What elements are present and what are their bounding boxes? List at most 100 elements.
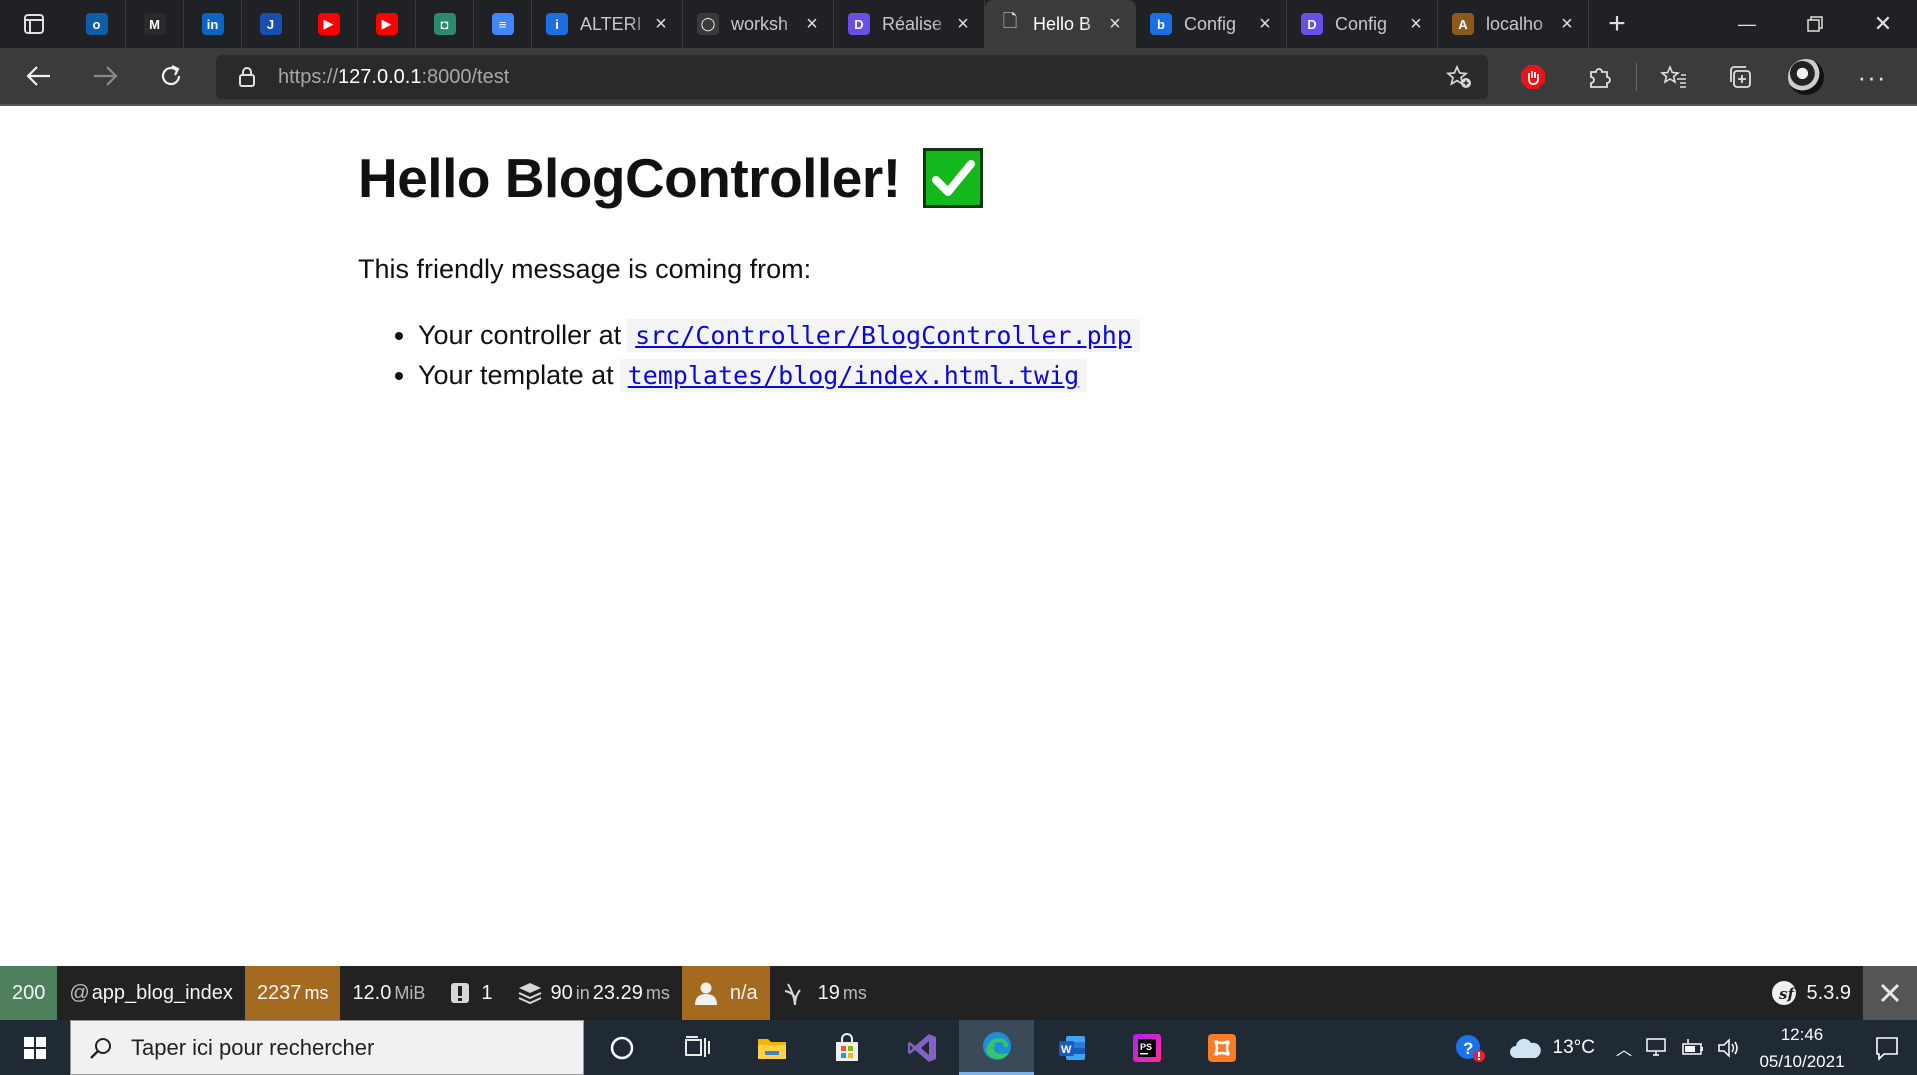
pinned-tab-gmail[interactable]: M [126,0,184,48]
windows-taskbar: Taper ici pour rechercher W PS ? 13°C ︿ … [0,1020,1917,1075]
profile-button[interactable] [1773,48,1839,106]
network-tray-button[interactable] [1639,1020,1675,1075]
clock[interactable]: 12:46 05/10/2021 [1747,1021,1857,1075]
browser-tab[interactable]: b Config × [1136,0,1287,48]
docs-icon: ≡ [491,13,514,35]
word-button[interactable]: W [1034,1020,1109,1075]
lock-icon[interactable] [216,66,278,88]
tab-close-icon[interactable]: × [1256,13,1274,36]
adblock-extension-button[interactable] [1500,48,1566,106]
time-unit: ms [304,982,329,1003]
favorites-button[interactable] [1641,48,1707,106]
volume-tray-button[interactable] [1711,1020,1747,1075]
notifications-button[interactable] [1857,1035,1917,1061]
weather-tray-button[interactable] [1505,1020,1545,1075]
browser-tab[interactable]: D Config × [1287,0,1438,48]
close-window-button[interactable]: ✕ [1849,0,1917,48]
task-view-button[interactable] [659,1020,734,1075]
route-panel[interactable]: @ app_blog_index [57,966,245,1020]
temperature[interactable]: 13°C [1553,1037,1595,1059]
hide-toolbar-button[interactable] [1863,966,1917,1020]
settings-menu-button[interactable]: ··· [1839,48,1905,106]
star-add-icon [1445,64,1471,88]
tab-actions-icon [24,14,44,34]
start-button[interactable] [0,1020,70,1075]
cache-panel[interactable]: 90 in 23.29 ms [505,966,682,1020]
visual-studio-icon [907,1033,936,1062]
cortana-button[interactable] [584,1020,659,1075]
browser-tab[interactable]: Alocalho × [1438,0,1589,48]
template-link[interactable]: templates/blog/index.html.twig [628,361,1080,390]
status-code-badge[interactable]: 200 [0,966,58,1020]
twig-panel[interactable]: 19 ms [770,966,879,1020]
list-item-template: Your template at templates/blog/index.htm… [418,355,1558,395]
more-icon: ··· [1857,61,1887,92]
toolbar-actions: ··· [1500,48,1905,106]
pinned-tab-linkedin[interactable]: in [184,0,242,48]
help-tray-button[interactable]: ? [1435,1020,1505,1075]
pinned-tab-outlook[interactable]: o [68,0,126,48]
phpstorm-button[interactable]: PS [1109,1020,1184,1075]
logs-panel[interactable]: 1 [437,966,504,1020]
xampp-button[interactable] [1184,1020,1259,1075]
symfony-logo-icon: sf [1771,981,1796,1005]
security-panel[interactable]: n/a [681,966,770,1020]
store-button[interactable] [809,1020,884,1075]
memory-panel[interactable]: 12.0 MiB [340,966,437,1020]
tab-close-icon[interactable]: × [954,13,972,36]
task-view-icon [684,1035,710,1057]
symfony-version-panel[interactable]: sf 5.3.9 [1759,966,1863,1020]
new-tab-button[interactable]: + [1589,0,1645,48]
pinned-tab-docs[interactable]: ≡ [474,0,532,48]
tab-favicon-icon: D [848,13,870,35]
back-button[interactable] [6,47,72,105]
edge-button[interactable] [959,1020,1034,1075]
tab-favicon-icon: A [1452,13,1474,35]
tab-close-icon[interactable]: × [1558,13,1576,36]
tab-strip: o Min J ▶ ▶ ◘ ≡ i ALTERI × ◯ worksh × D Réalise × 🗋 Hell… [0,0,1917,48]
system-tray: ? 13°C ︿ 12:46 05/10/2021 [1435,1020,1917,1075]
visual-studio-button[interactable] [884,1020,959,1075]
tab-close-icon[interactable]: × [803,13,821,36]
forward-button[interactable] [72,47,138,105]
url-text[interactable]: https://127.0.0.1:8000/test [278,66,509,89]
time-panel[interactable]: 2237 ms [244,966,341,1020]
pinned-tab-youtube[interactable]: ▶ [358,0,416,48]
browser-tab[interactable]: i ALTERI × [532,0,683,48]
collections-icon [1730,66,1751,88]
svg-text:PS: PS [1140,1042,1152,1052]
battery-tray-button[interactable] [1675,1020,1711,1075]
browser-tab[interactable]: 🗋 Hello B × [985,0,1136,48]
check-mark-icon [922,148,983,208]
minimize-button[interactable]: — [1713,0,1781,48]
restore-button[interactable] [1781,0,1849,48]
url-path: :8000/test [421,65,510,88]
toolbar-divider [1636,63,1637,91]
extensions-button[interactable] [1566,48,1632,106]
tab-actions-button[interactable] [0,0,68,48]
route-prefix: @ [69,981,90,1004]
tab-close-icon[interactable]: × [1407,13,1425,36]
tab-close-icon[interactable]: × [1106,13,1124,36]
favorites-list-icon [1660,65,1686,88]
address-bar[interactable]: https://127.0.0.1:8000/test [216,55,1488,99]
pinned-tab-app[interactable]: ◘ [416,0,474,48]
add-favorite-button[interactable] [1445,64,1472,94]
file-explorer-button[interactable] [734,1020,809,1075]
browser-tab[interactable]: D Réalise × [834,0,985,48]
show-hidden-icons-button[interactable]: ︿ [1609,1020,1639,1075]
browser-tab[interactable]: ◯ worksh × [683,0,834,48]
source-list: Your controller at src/Controller/BlogCon… [418,315,1558,395]
collections-button[interactable] [1707,48,1773,106]
taskbar-search-box[interactable]: Taper ici pour rechercher [70,1020,584,1075]
refresh-button[interactable] [138,47,204,105]
controller-link[interactable]: src/Controller/BlogController.php [635,321,1132,350]
restore-icon [1807,16,1823,32]
page-content: Hello BlogController! This friendly mess… [358,146,1558,395]
tab-favicon-icon: 🗋 [1002,11,1018,31]
minimize-icon: — [1738,13,1756,34]
tab-close-icon[interactable]: × [652,13,670,36]
adblock-icon [1521,65,1545,89]
pinned-tab-youtube[interactable]: ▶ [300,0,358,48]
pinned-tab-jira[interactable]: J [242,0,300,48]
